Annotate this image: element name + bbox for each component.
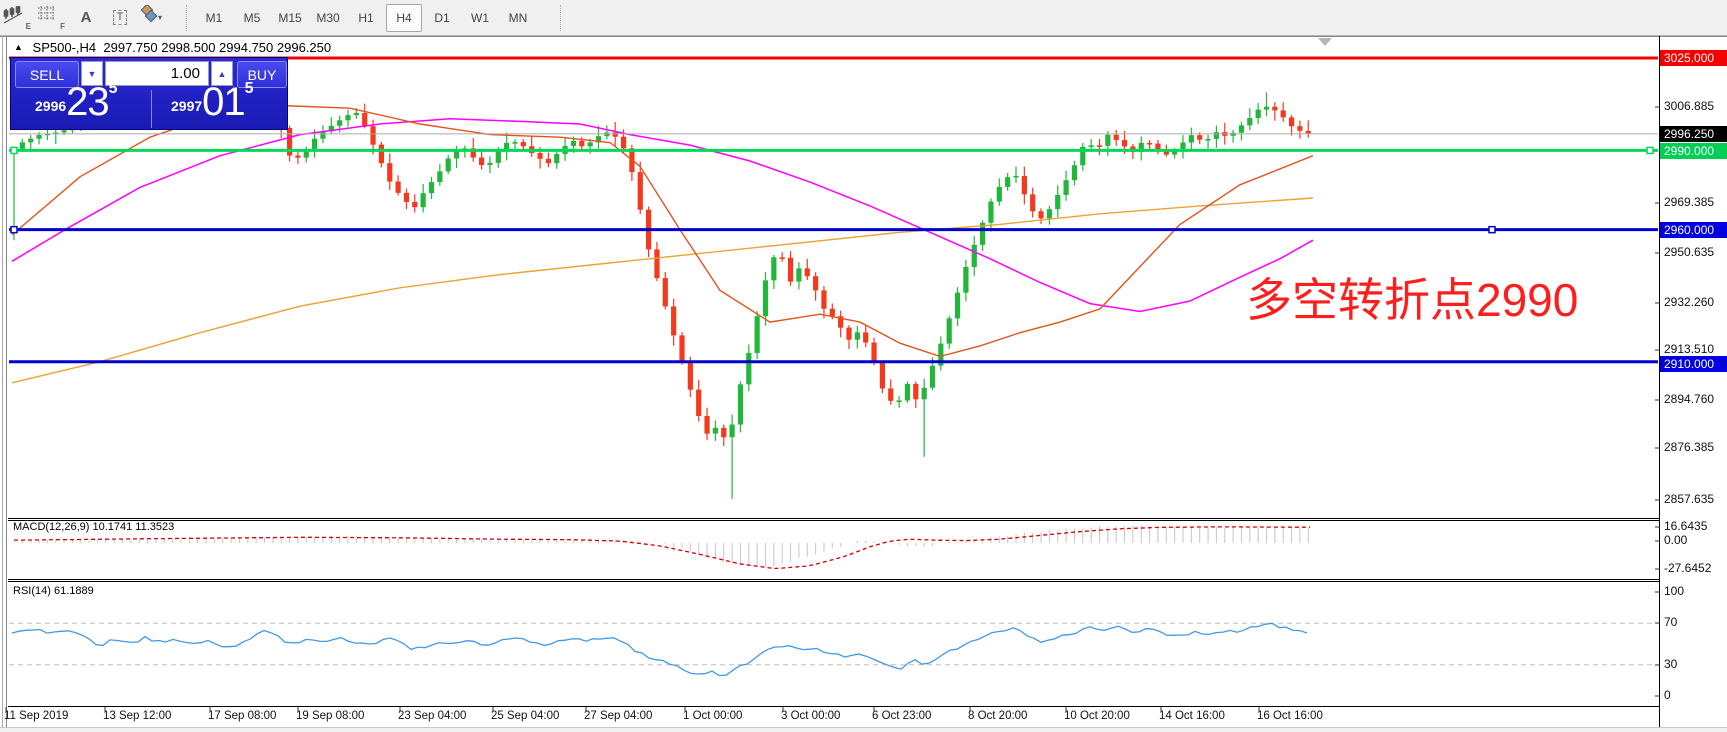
price-level-badge: 2996.250 xyxy=(1660,126,1727,142)
time-tick-label: 1 Oct 00:00 xyxy=(683,710,742,722)
triangle-up-icon: ▲ xyxy=(218,69,227,79)
axis-tick-label: 2969.385 xyxy=(1664,195,1714,209)
axis-tick-label: 2857.635 xyxy=(1664,492,1714,506)
axis-tick-label: 2894.760 xyxy=(1664,392,1714,406)
axis-tick-label: -27.6452 xyxy=(1664,561,1711,575)
one-click-trade-panel: SELL ▼ 1.00 ▲ BUY 2996235 2997015 xyxy=(10,57,288,130)
platform-window: E F A T ▾ M1M5M15M30H1H4D1W1MN xyxy=(0,0,1727,732)
price-level-badge: 2990.000 xyxy=(1660,143,1727,159)
time-tick-label: 17 Sep 08:00 xyxy=(208,710,276,722)
chart-ohlc: 2997.750 2998.500 2994.750 2996.250 xyxy=(103,40,331,55)
axis-tick-label: 2913.510 xyxy=(1664,342,1714,356)
sell-quote[interactable]: 2996235 xyxy=(35,80,118,125)
time-tick-label: 8 Oct 20:00 xyxy=(968,710,1027,722)
time-tick-label: 25 Sep 04:00 xyxy=(491,710,559,722)
chart-symbol: SP500-,H4 xyxy=(33,40,97,55)
time-tick-label: 19 Sep 08:00 xyxy=(296,710,364,722)
triangle-down-icon: ▼ xyxy=(88,69,97,79)
price-level-badge: 3025.000 xyxy=(1660,50,1727,66)
axis-tick-label: 16.6435 xyxy=(1664,519,1707,533)
axis-tick-label: 70 xyxy=(1664,615,1677,629)
axis-tick-label: 3006.885 xyxy=(1664,99,1714,113)
time-tick-label: 23 Sep 04:00 xyxy=(398,710,466,722)
price-level-badge: 2910.000 xyxy=(1660,356,1727,372)
buy-quote[interactable]: 2997015 xyxy=(171,80,254,125)
time-tick-label: 13 Sep 12:00 xyxy=(103,710,171,722)
time-tick-label: 6 Oct 23:00 xyxy=(872,710,931,722)
price-level-badge: 2960.000 xyxy=(1660,222,1727,238)
time-tick-label: 11 Sep 2019 xyxy=(4,710,68,722)
axis-tick-label: 0.00 xyxy=(1664,533,1687,547)
axis-tick-label: 2932.260 xyxy=(1664,295,1714,309)
quote-divider xyxy=(151,90,152,128)
chart-annotation-text[interactable]: 多空转折点2990 xyxy=(1246,264,1578,330)
axis-tick-label: 30 xyxy=(1664,657,1677,671)
axis-tick-label: 2950.635 xyxy=(1664,245,1714,259)
time-tick-label: 3 Oct 00:00 xyxy=(781,710,840,722)
collapse-quote-arrow[interactable]: ▲ xyxy=(14,42,23,52)
chart-title: ▲ SP500-,H4 2997.750 2998.500 2994.750 2… xyxy=(14,40,331,55)
time-tick-label: 14 Oct 16:00 xyxy=(1159,710,1225,722)
time-tick-label: 16 Oct 16:00 xyxy=(1257,710,1323,722)
time-tick-label: 27 Sep 04:00 xyxy=(584,710,652,722)
rsi-label: RSI(14) 61.1889 xyxy=(13,585,94,597)
macd-label: MACD(12,26,9) 10.1741 11.3523 xyxy=(13,521,174,533)
time-tick-label: 10 Oct 20:00 xyxy=(1064,710,1130,722)
axis-tick-label: 100 xyxy=(1664,584,1684,598)
axis-tick-label: 2876.385 xyxy=(1664,440,1714,454)
axis-tick-label: 0 xyxy=(1664,688,1671,702)
